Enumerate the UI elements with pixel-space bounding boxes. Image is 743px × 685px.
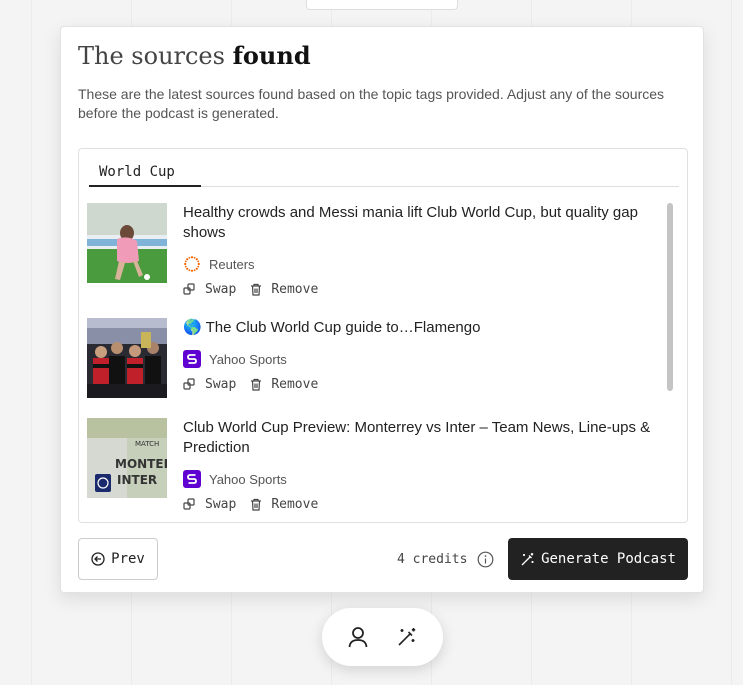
trash-icon xyxy=(251,378,262,391)
article-headline[interactable]: Club World Cup Preview: Monterrey vs Int… xyxy=(183,418,653,458)
remove-label: Remove xyxy=(271,281,319,297)
svg-text:MONTER: MONTER xyxy=(115,457,167,471)
article-actions: Swap Remove xyxy=(183,376,332,392)
article-source: Yahoo Sports xyxy=(183,350,287,368)
article-source: Reuters xyxy=(183,255,255,273)
article-actions: Swap Remove xyxy=(183,496,332,512)
swap-button[interactable]: Swap xyxy=(183,282,236,297)
remove-button[interactable]: Remove xyxy=(250,282,318,297)
article-thumbnail: MATCH MONTER INTER xyxy=(87,418,167,498)
back-arrow-icon xyxy=(91,552,105,566)
prev-button[interactable]: Prev xyxy=(78,538,158,580)
reuters-logo-icon xyxy=(183,255,201,273)
generate-label: Generate Podcast xyxy=(541,551,676,567)
svg-text:MATCH: MATCH xyxy=(135,440,159,448)
generate-podcast-button[interactable]: Generate Podcast xyxy=(508,538,688,580)
svg-text:INTER: INTER xyxy=(117,473,157,487)
remove-button[interactable]: Remove xyxy=(250,497,318,512)
source-name: Yahoo Sports xyxy=(209,351,287,367)
swap-icon xyxy=(183,497,195,510)
title-bold: found xyxy=(232,41,311,70)
article-actions: Swap Remove xyxy=(183,281,332,297)
source-name: Reuters xyxy=(209,256,255,272)
user-icon[interactable] xyxy=(347,626,369,648)
remove-button[interactable]: Remove xyxy=(250,377,318,392)
info-icon[interactable] xyxy=(477,551,494,568)
source-name: Yahoo Sports xyxy=(209,471,287,487)
yahoo-sports-logo-icon xyxy=(183,350,201,368)
list-scrollbar[interactable] xyxy=(664,203,676,521)
sources-card: The sources found These are the latest s… xyxy=(60,26,704,593)
swap-label: Swap xyxy=(205,376,237,392)
article-thumbnail xyxy=(87,318,167,398)
page-description: These are the latest sources found based… xyxy=(78,86,665,121)
floating-toolbar xyxy=(322,608,443,666)
remove-label: Remove xyxy=(271,496,319,512)
top-panel-stub xyxy=(306,0,458,10)
article-thumbnail xyxy=(87,203,167,283)
magic-wand-icon[interactable] xyxy=(396,626,418,648)
article-source: Yahoo Sports xyxy=(183,470,287,488)
credits-info: 4 credits xyxy=(397,551,494,567)
swap-button[interactable]: Swap xyxy=(183,497,236,512)
remove-label: Remove xyxy=(271,376,319,392)
trash-icon xyxy=(251,283,262,296)
trash-icon xyxy=(251,498,262,511)
magic-wand-icon xyxy=(521,552,534,565)
swap-icon xyxy=(183,377,195,390)
sources-panel: World Cup Healthy crowds and Messi mania… xyxy=(78,148,688,523)
title-light: The sources xyxy=(78,42,233,70)
swap-icon xyxy=(183,282,195,295)
tab-bar: World Cup xyxy=(89,163,679,187)
swap-label: Swap xyxy=(205,496,237,512)
scrollbar-thumb[interactable] xyxy=(667,203,673,391)
prev-label: Prev xyxy=(111,551,145,567)
page-title: The sources found xyxy=(78,41,311,70)
yahoo-sports-logo-icon xyxy=(183,470,201,488)
credits-label: 4 credits xyxy=(397,551,468,567)
article-headline[interactable]: Healthy crowds and Messi mania lift Club… xyxy=(183,203,653,243)
tab-world-cup[interactable]: World Cup xyxy=(89,163,201,187)
swap-button[interactable]: Swap xyxy=(183,377,236,392)
swap-label: Swap xyxy=(205,281,237,297)
article-headline[interactable]: 🌎 The Club World Cup guide to…Flamengo xyxy=(183,318,653,338)
